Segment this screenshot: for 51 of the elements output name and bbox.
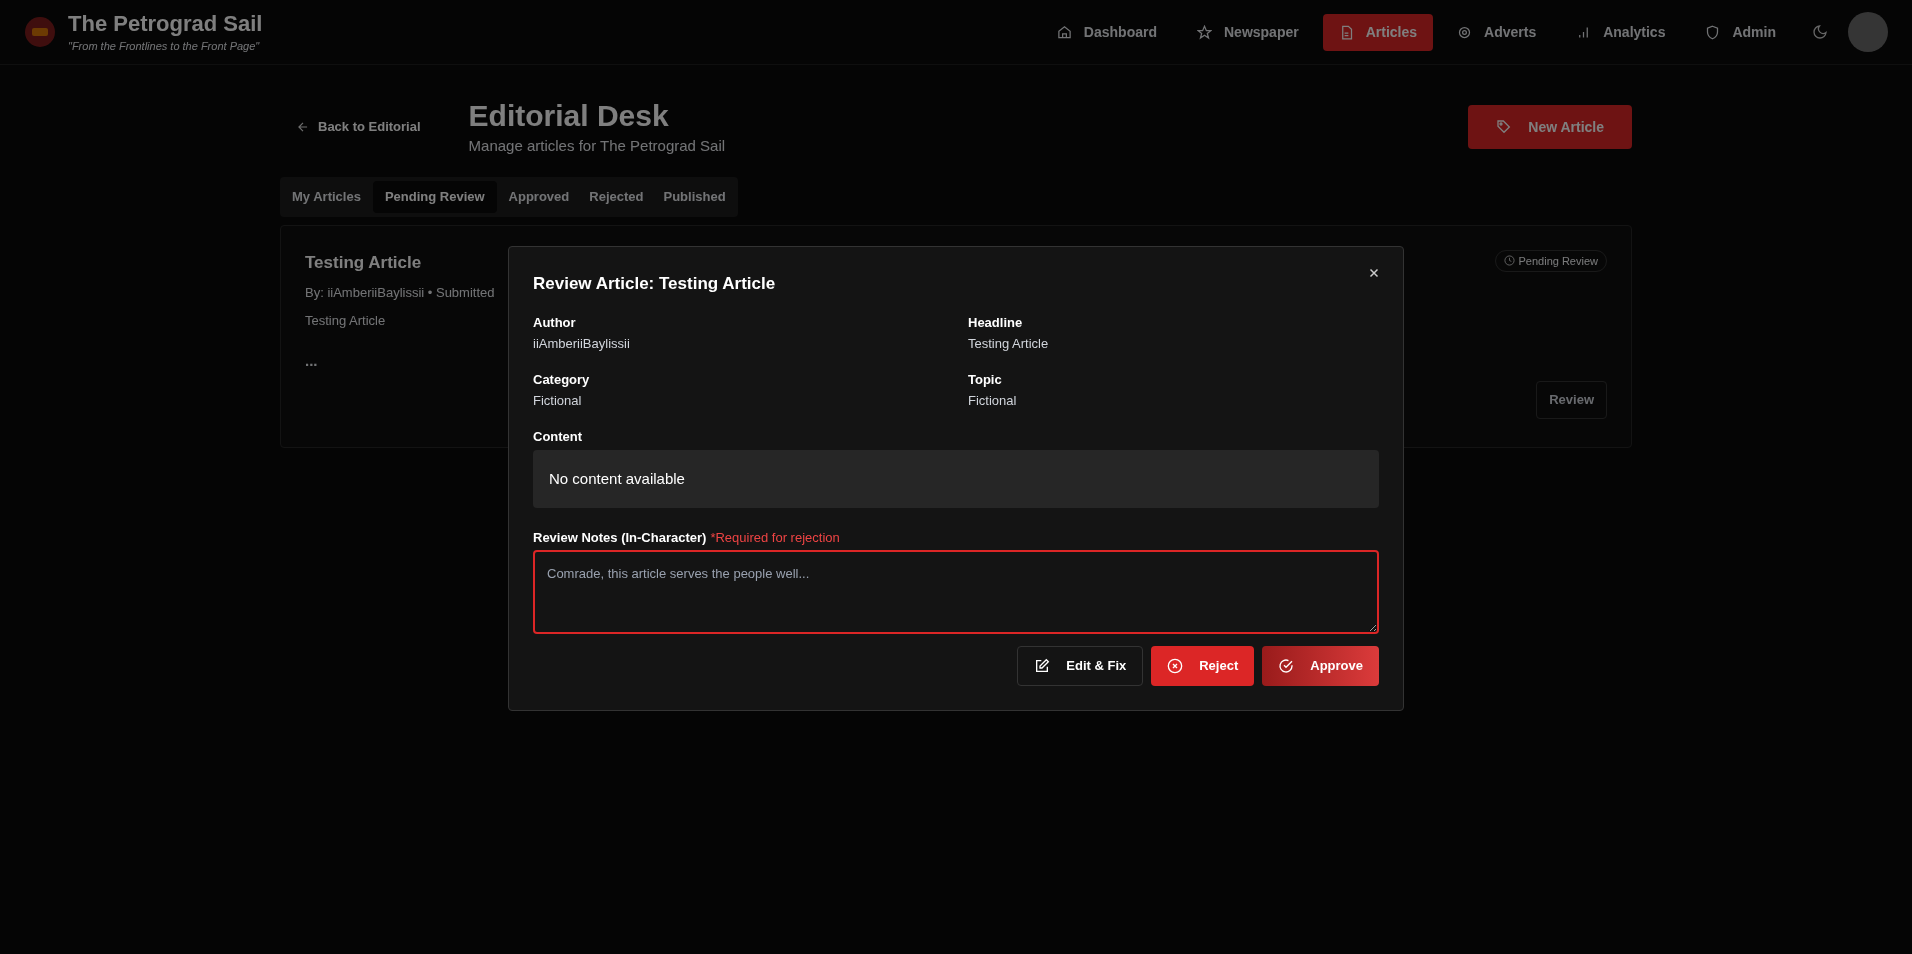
field-value: Fictional [533, 392, 583, 410]
field-label: Topic [968, 370, 1003, 389]
approve-button[interactable]: Approve [1262, 645, 1379, 686]
site-title: The Petrograd Sail [68, 10, 263, 38]
star-icon [1197, 24, 1212, 40]
logo-icon [24, 16, 56, 48]
close-icon[interactable] [1367, 266, 1381, 280]
home-icon [1056, 24, 1072, 40]
content-box: No content available [533, 450, 1379, 508]
pencil-icon [1034, 657, 1051, 674]
check-circle-icon [1278, 657, 1295, 674]
arrow-left-icon [296, 120, 310, 134]
nav-item[interactable]: Admin [1689, 13, 1792, 51]
nav-item[interactable]: Articles [1322, 13, 1434, 51]
nav-item[interactable]: Dashboard [1040, 13, 1173, 51]
moon-icon[interactable] [1812, 24, 1828, 40]
article-byline: By: iiAmberiiBaylissii • Submitted [305, 284, 495, 302]
required-note: *Required for rejection [710, 529, 840, 547]
nav-item[interactable]: Analytics [1560, 13, 1682, 51]
field-value: Testing Article [968, 335, 1050, 353]
tab[interactable]: Rejected [581, 181, 652, 213]
review-button[interactable]: Review [1536, 381, 1607, 419]
edit-fix-button[interactable]: Edit & Fix [1017, 645, 1144, 686]
notes-label: Review Notes (In-Character) [533, 529, 707, 547]
content-label: Content [533, 427, 584, 446]
page-subtitle: Manage articles for The Petrograd Sail [468, 135, 726, 156]
clock-icon [1503, 255, 1515, 267]
back-link[interactable]: Back to Editorial [280, 109, 437, 145]
article-excerpt: Testing Article [305, 311, 386, 330]
tag-icon [1496, 119, 1513, 135]
shield-icon [1705, 24, 1721, 40]
article-title: Testing Article [305, 251, 422, 274]
article-ellipsis: ... [305, 351, 318, 371]
dialog-title: Review Article: Testing Article [533, 273, 776, 295]
field-label: Category [533, 370, 591, 389]
new-article-button[interactable]: New Article [1468, 105, 1632, 149]
reject-button[interactable]: Reject [1151, 645, 1255, 686]
page-title: Editorial Desk [468, 98, 670, 134]
site-tagline: "From the Frontlines to the Front Page" [68, 38, 261, 54]
tab[interactable]: Pending Review [372, 181, 497, 213]
tab[interactable]: My Articles [284, 181, 369, 213]
nav-item[interactable]: Newspaper [1181, 13, 1315, 51]
x-circle-icon [1167, 657, 1184, 674]
field-label: Headline [968, 313, 1024, 332]
field-value: Fictional [968, 392, 1018, 410]
nav-item[interactable]: Adverts [1441, 13, 1553, 51]
review-notes-field[interactable]: Comrade, this article serves the people well... [533, 549, 1379, 634]
field-value: iiAmberiiBaylissii [533, 335, 631, 353]
tab[interactable]: Approved [500, 181, 578, 213]
field-label: Author [533, 313, 577, 332]
tab[interactable]: Published [655, 181, 734, 213]
